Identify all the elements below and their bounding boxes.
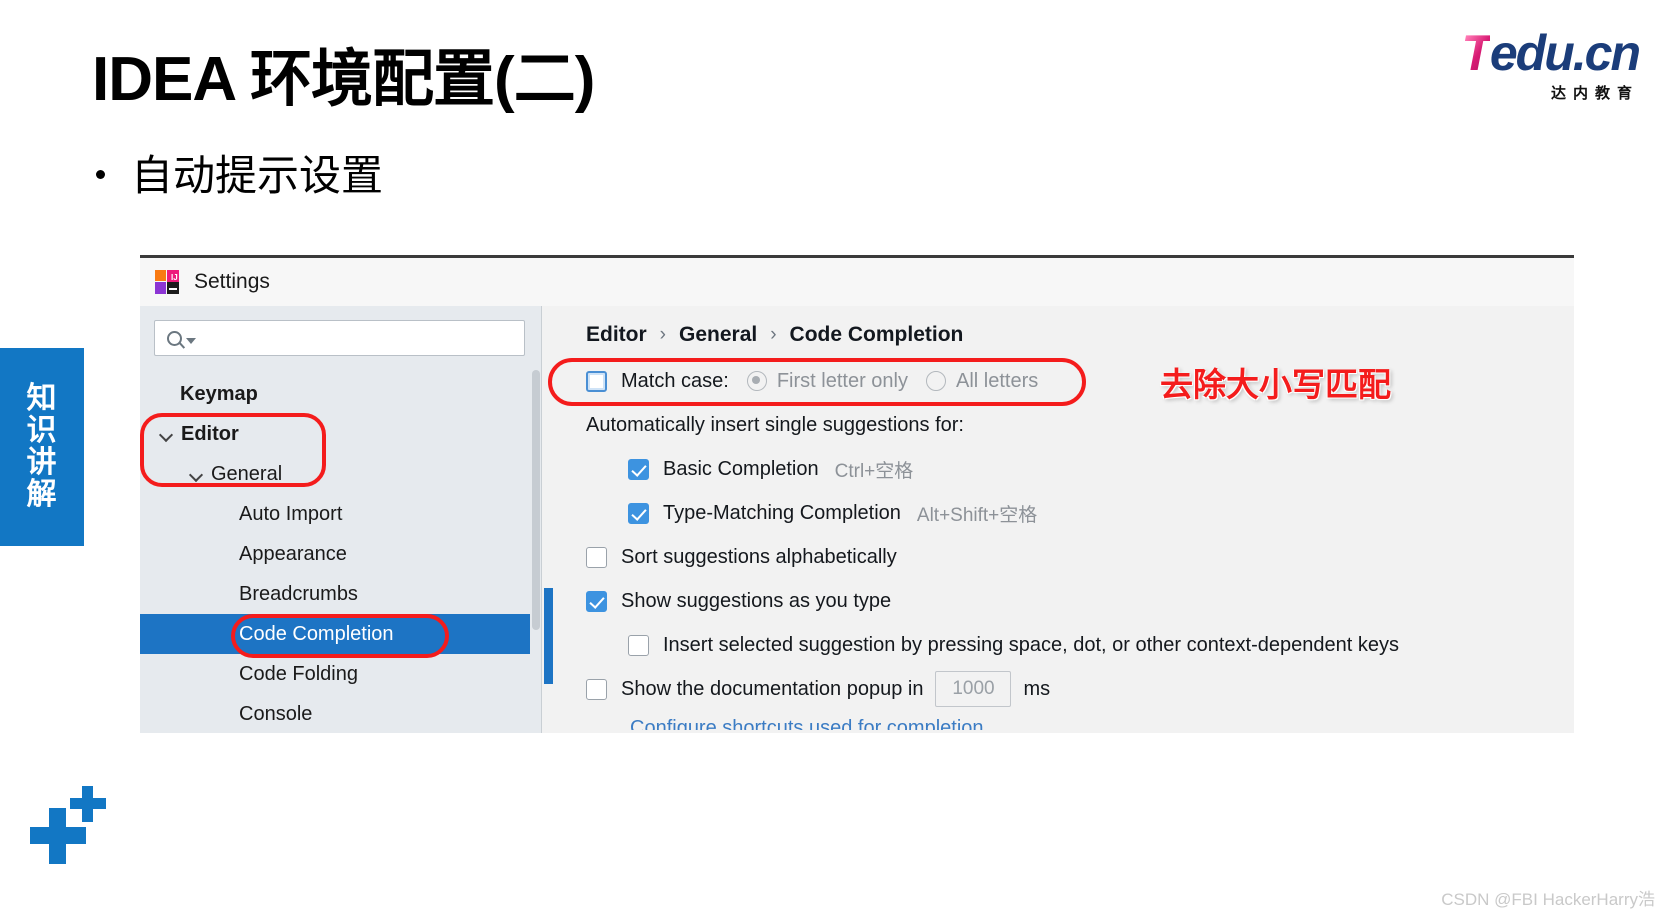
tree-item-label: Console [239,702,313,725]
watermark: CSDN @FBI HackerHarry浩 [1441,890,1655,909]
insert-by-space-checkbox[interactable] [628,634,649,656]
options-list: Match case: First letter only All letter… [542,347,1574,730]
window-title: Settings [194,270,270,293]
match-case-label: Match case: [621,369,729,392]
tree-item-label: Breadcrumbs [239,582,358,605]
show-as-you-type-label: Show suggestions as you type [621,589,892,612]
type-matching-completion-checkbox[interactable] [628,502,649,524]
option-type-matching-completion: Type-Matching Completion Alt+Shift+空格 [586,491,1574,535]
logo-subtitle: 达内教育 [1550,85,1639,102]
tree-item-label: Keymap [180,382,258,405]
tree-item-label: Auto Import [239,502,343,525]
option-show-as-you-type: Show suggestions as you type [586,579,1574,623]
sort-alphabetically-checkbox[interactable] [586,546,607,568]
tree-item-label: Code Folding [239,662,358,685]
doc-popup-unit-label: ms [1023,677,1051,700]
logo-letter-t: T [1461,25,1492,81]
option-basic-completion: Basic Completion Ctrl+空格 [586,447,1574,491]
match-case-checkbox[interactable] [586,370,607,392]
badge-char-3: 讲 [26,446,58,479]
breadcrumb-item-code-completion: Code Completion [789,323,964,346]
option-sort-alphabetically: Sort suggestions alphabetically [586,535,1574,579]
window-title-bar: IJ Settings [140,258,1574,306]
settings-detail-pane: Editor › General › Code Completion Match… [542,306,1574,733]
auto-insert-header: Automatically insert single suggestions … [586,403,1574,447]
chevron-down-icon[interactable] [190,468,203,481]
tree-item-label: Editor [181,422,239,445]
breadcrumb-separator-icon: › [659,324,666,345]
annotation-note-match-case: 去除大小写匹配 [1160,366,1391,403]
sidebar-item-console[interactable]: Console [140,694,541,733]
sidebar-item-appearance[interactable]: Appearance [140,534,541,574]
tedu-logo: Tedu.cn 达内教育 [1403,28,1643,112]
doc-popup-checkbox[interactable] [586,678,607,700]
breadcrumb-item-editor[interactable]: Editor [586,323,647,347]
plus-icon-small [82,786,93,822]
settings-tree-pane: Keymap Editor General Auto Import Appear… [140,306,542,733]
tree-item-label: Appearance [239,542,347,565]
basic-completion-shortcut: Ctrl+空格 [834,460,914,482]
plus-decoration [20,785,110,865]
basic-completion-label: Basic Completion [663,457,819,480]
sidebar-item-auto-import[interactable]: Auto Import [140,494,541,534]
basic-completion-checkbox[interactable] [628,458,649,480]
logo-wordmark: Tedu.cn [1403,28,1643,78]
chevron-down-icon[interactable] [186,337,196,344]
all-letters-label: All letters [955,369,1039,392]
sidebar-item-editor[interactable]: Editor [140,414,541,454]
presentation-slide: IDEA 环境配置(二) 自动提示设置 Tedu.cn 达内教育 知 识 讲 解… [0,0,1673,923]
tree-item-label: General [211,462,283,485]
logo-text-rest: edu.cn [1489,25,1641,81]
option-match-case: Match case: First letter only All letter… [586,359,1574,403]
settings-tree-list: Keymap Editor General Auto Import Appear… [140,374,541,733]
all-letters-radio[interactable] [925,371,946,391]
type-matching-completion-shortcut: Alt+Shift+空格 [916,504,1038,526]
first-letter-only-label: First letter only [776,369,908,392]
plus-icon-large [49,808,66,864]
doc-popup-label: Show the documentation popup in [621,677,924,700]
option-insert-by-space: Insert selected suggestion by pressing s… [586,623,1574,667]
configure-shortcuts-link[interactable]: Configure shortcuts used for completion [586,717,1574,730]
page-title: IDEA 环境配置(二) [92,45,595,114]
show-as-you-type-checkbox[interactable] [586,590,607,612]
sidebar-item-code-completion[interactable]: Code Completion [140,614,541,654]
sidebar-item-code-folding[interactable]: Code Folding [140,654,541,694]
sidebar-item-breadcrumbs[interactable]: Breadcrumbs [140,574,541,614]
tree-scrollbar[interactable] [530,370,541,700]
breadcrumb: Editor › General › Code Completion [542,306,1574,347]
sidebar-item-keymap[interactable]: Keymap [140,374,541,414]
badge-char-2: 识 [26,413,58,447]
section-badge: 知 识 讲 解 [0,348,84,546]
intellij-idea-icon: IJ [154,269,180,295]
insert-by-space-label: Insert selected suggestion by pressing s… [663,633,1399,656]
svg-text:IJ: IJ [171,273,178,282]
bullet-label: 自动提示设置 [131,152,384,199]
bullet-dot-icon [96,170,105,179]
option-doc-popup: Show the documentation popup in 1000 ms [586,667,1574,711]
detail-scrollbar[interactable] [542,306,555,733]
search-input[interactable] [154,320,525,356]
first-letter-only-radio[interactable] [746,371,767,391]
chevron-down-icon[interactable] [160,428,173,441]
type-matching-completion-label: Type-Matching Completion [663,501,901,524]
badge-char-4: 解 [26,478,58,512]
detail-scrollbar-thumb[interactable] [544,588,553,684]
sort-alphabetically-label: Sort suggestions alphabetically [621,545,897,568]
doc-popup-delay-input[interactable]: 1000 [935,671,1012,707]
badge-char-1: 知 [26,381,58,415]
tree-scrollbar-thumb[interactable] [532,370,540,630]
bullet-item: 自动提示设置 [96,142,383,203]
tree-item-label: Code Completion [239,622,394,645]
breadcrumb-separator-icon: › [770,324,777,345]
search-icon [167,330,182,346]
sidebar-item-general[interactable]: General [140,454,541,494]
search-wrapper [140,306,541,356]
auto-insert-header-label: Automatically insert single suggestions … [586,413,964,436]
breadcrumb-item-general[interactable]: General [679,323,757,347]
settings-window: IJ Settings Keymap Editor General Auto I… [140,255,1574,733]
